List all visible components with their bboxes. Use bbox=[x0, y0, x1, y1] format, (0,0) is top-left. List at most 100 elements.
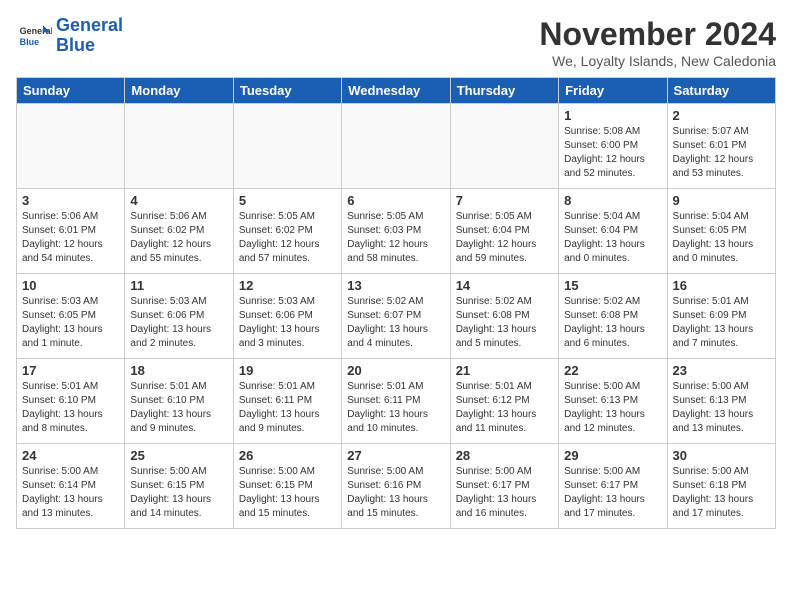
day-info: Sunrise: 5:02 AM Sunset: 6:08 PM Dayligh… bbox=[456, 295, 553, 351]
day-info: Sunrise: 5:00 AM Sunset: 6:15 PM Dayligh… bbox=[239, 465, 336, 521]
calendar-cell: 8 Sunrise: 5:04 AM Sunset: 6:04 PM Daylig… bbox=[559, 189, 667, 274]
day-info: Sunrise: 5:03 AM Sunset: 6:06 PM Dayligh… bbox=[130, 295, 227, 351]
day-info: Sunrise: 5:05 AM Sunset: 6:03 PM Dayligh… bbox=[347, 210, 444, 266]
day-number: 24 bbox=[22, 448, 119, 463]
day-info: Sunrise: 5:05 AM Sunset: 6:04 PM Dayligh… bbox=[456, 210, 553, 266]
logo: General Blue General Blue bbox=[16, 16, 123, 56]
day-info: Sunrise: 5:02 AM Sunset: 6:08 PM Dayligh… bbox=[564, 295, 661, 351]
month-title: November 2024 bbox=[539, 16, 776, 53]
day-number: 10 bbox=[22, 278, 119, 293]
day-info: Sunrise: 5:01 AM Sunset: 6:10 PM Dayligh… bbox=[130, 380, 227, 436]
day-number: 27 bbox=[347, 448, 444, 463]
day-number: 28 bbox=[456, 448, 553, 463]
calendar-cell: 13Sunrise: 5:02 AM Sunset: 6:07 PM Dayli… bbox=[342, 274, 450, 359]
day-number: 5 bbox=[239, 193, 336, 208]
calendar-cell: 6 Sunrise: 5:05 AM Sunset: 6:03 PM Daylig… bbox=[342, 189, 450, 274]
svg-text:Blue: Blue bbox=[20, 37, 40, 47]
calendar-cell bbox=[233, 104, 341, 189]
calendar-cell: 26Sunrise: 5:00 AM Sunset: 6:15 PM Dayli… bbox=[233, 444, 341, 529]
day-number: 11 bbox=[130, 278, 227, 293]
day-number: 29 bbox=[564, 448, 661, 463]
day-info: Sunrise: 5:00 AM Sunset: 6:17 PM Dayligh… bbox=[456, 465, 553, 521]
calendar-week-5: 24 Sunrise: 5:00 AM Sunset: 6:14 PM Dayli… bbox=[17, 444, 776, 529]
day-number: 9 bbox=[673, 193, 770, 208]
calendar-cell: 21 Sunrise: 5:01 AM Sunset: 6:12 PM Dayli… bbox=[450, 359, 558, 444]
day-number: 6 bbox=[347, 193, 444, 208]
calendar-cell: 7 Sunrise: 5:05 AM Sunset: 6:04 PM Daylig… bbox=[450, 189, 558, 274]
logo-name-general: General bbox=[56, 16, 123, 36]
calendar-cell bbox=[125, 104, 233, 189]
calendar-cell: 24 Sunrise: 5:00 AM Sunset: 6:14 PM Dayli… bbox=[17, 444, 125, 529]
day-number: 1 bbox=[564, 108, 661, 123]
day-number: 15 bbox=[564, 278, 661, 293]
calendar-cell bbox=[450, 104, 558, 189]
day-info: Sunrise: 5:04 AM Sunset: 6:04 PM Dayligh… bbox=[564, 210, 661, 266]
day-info: Sunrise: 5:00 AM Sunset: 6:15 PM Dayligh… bbox=[130, 465, 227, 521]
calendar-cell: 10 Sunrise: 5:03 AM Sunset: 6:05 PM Dayli… bbox=[17, 274, 125, 359]
day-number: 16 bbox=[673, 278, 770, 293]
calendar-cell: 27 Sunrise: 5:00 AM Sunset: 6:16 PM Dayli… bbox=[342, 444, 450, 529]
calendar-week-1: 1 Sunrise: 5:08 AM Sunset: 6:00 PM Daylig… bbox=[17, 104, 776, 189]
day-number: 12 bbox=[239, 278, 336, 293]
day-number: 25 bbox=[130, 448, 227, 463]
day-info: Sunrise: 5:01 AM Sunset: 6:11 PM Dayligh… bbox=[347, 380, 444, 436]
day-number: 20 bbox=[347, 363, 444, 378]
calendar-cell: 30 Sunrise: 5:00 AM Sunset: 6:18 PM Dayli… bbox=[667, 444, 775, 529]
day-number: 22 bbox=[564, 363, 661, 378]
calendar-cell bbox=[17, 104, 125, 189]
day-header-sunday: Sunday bbox=[17, 78, 125, 104]
title-area: November 2024 We, Loyalty Islands, New C… bbox=[539, 16, 776, 69]
day-number: 23 bbox=[673, 363, 770, 378]
day-info: Sunrise: 5:03 AM Sunset: 6:05 PM Dayligh… bbox=[22, 295, 119, 351]
calendar-table: SundayMondayTuesdayWednesdayThursdayFrid… bbox=[16, 77, 776, 529]
calendar-cell: 14 Sunrise: 5:02 AM Sunset: 6:08 PM Dayli… bbox=[450, 274, 558, 359]
day-number: 8 bbox=[564, 193, 661, 208]
day-number: 21 bbox=[456, 363, 553, 378]
day-header-tuesday: Tuesday bbox=[233, 78, 341, 104]
day-header-thursday: Thursday bbox=[450, 78, 558, 104]
calendar-week-4: 17 Sunrise: 5:01 AM Sunset: 6:10 PM Dayli… bbox=[17, 359, 776, 444]
logo-name-blue: Blue bbox=[56, 36, 123, 56]
calendar-cell: 3 Sunrise: 5:06 AM Sunset: 6:01 PM Daylig… bbox=[17, 189, 125, 274]
calendar-cell: 1 Sunrise: 5:08 AM Sunset: 6:00 PM Daylig… bbox=[559, 104, 667, 189]
day-info: Sunrise: 5:01 AM Sunset: 6:11 PM Dayligh… bbox=[239, 380, 336, 436]
day-number: 17 bbox=[22, 363, 119, 378]
day-info: Sunrise: 5:08 AM Sunset: 6:00 PM Dayligh… bbox=[564, 125, 661, 181]
day-info: Sunrise: 5:00 AM Sunset: 6:18 PM Dayligh… bbox=[673, 465, 770, 521]
calendar-week-2: 3 Sunrise: 5:06 AM Sunset: 6:01 PM Daylig… bbox=[17, 189, 776, 274]
calendar-cell: 25 Sunrise: 5:00 AM Sunset: 6:15 PM Dayli… bbox=[125, 444, 233, 529]
day-info: Sunrise: 5:00 AM Sunset: 6:16 PM Dayligh… bbox=[347, 465, 444, 521]
day-info: Sunrise: 5:07 AM Sunset: 6:01 PM Dayligh… bbox=[673, 125, 770, 181]
day-number: 30 bbox=[673, 448, 770, 463]
calendar-cell: 4 Sunrise: 5:06 AM Sunset: 6:02 PM Daylig… bbox=[125, 189, 233, 274]
day-number: 3 bbox=[22, 193, 119, 208]
calendar-header-row: SundayMondayTuesdayWednesdayThursdayFrid… bbox=[17, 78, 776, 104]
calendar-cell: 5 Sunrise: 5:05 AM Sunset: 6:02 PM Daylig… bbox=[233, 189, 341, 274]
day-info: Sunrise: 5:00 AM Sunset: 6:13 PM Dayligh… bbox=[564, 380, 661, 436]
calendar-cell: 9 Sunrise: 5:04 AM Sunset: 6:05 PM Daylig… bbox=[667, 189, 775, 274]
day-number: 19 bbox=[239, 363, 336, 378]
calendar-cell: 20 Sunrise: 5:01 AM Sunset: 6:11 PM Dayli… bbox=[342, 359, 450, 444]
day-info: Sunrise: 5:03 AM Sunset: 6:06 PM Dayligh… bbox=[239, 295, 336, 351]
day-info: Sunrise: 5:06 AM Sunset: 6:02 PM Dayligh… bbox=[130, 210, 227, 266]
day-number: 7 bbox=[456, 193, 553, 208]
day-info: Sunrise: 5:04 AM Sunset: 6:05 PM Dayligh… bbox=[673, 210, 770, 266]
calendar-cell: 28 Sunrise: 5:00 AM Sunset: 6:17 PM Dayli… bbox=[450, 444, 558, 529]
day-number: 2 bbox=[673, 108, 770, 123]
day-header-monday: Monday bbox=[125, 78, 233, 104]
day-info: Sunrise: 5:00 AM Sunset: 6:14 PM Dayligh… bbox=[22, 465, 119, 521]
calendar-week-3: 10 Sunrise: 5:03 AM Sunset: 6:05 PM Dayli… bbox=[17, 274, 776, 359]
calendar-cell: 2 Sunrise: 5:07 AM Sunset: 6:01 PM Daylig… bbox=[667, 104, 775, 189]
calendar-cell: 12 Sunrise: 5:03 AM Sunset: 6:06 PM Dayli… bbox=[233, 274, 341, 359]
day-header-friday: Friday bbox=[559, 78, 667, 104]
day-info: Sunrise: 5:05 AM Sunset: 6:02 PM Dayligh… bbox=[239, 210, 336, 266]
day-info: Sunrise: 5:00 AM Sunset: 6:17 PM Dayligh… bbox=[564, 465, 661, 521]
day-info: Sunrise: 5:01 AM Sunset: 6:10 PM Dayligh… bbox=[22, 380, 119, 436]
logo-icon: General Blue bbox=[16, 18, 52, 54]
day-number: 14 bbox=[456, 278, 553, 293]
day-number: 4 bbox=[130, 193, 227, 208]
calendar-cell: 17 Sunrise: 5:01 AM Sunset: 6:10 PM Dayli… bbox=[17, 359, 125, 444]
day-info: Sunrise: 5:00 AM Sunset: 6:13 PM Dayligh… bbox=[673, 380, 770, 436]
day-info: Sunrise: 5:06 AM Sunset: 6:01 PM Dayligh… bbox=[22, 210, 119, 266]
day-info: Sunrise: 5:01 AM Sunset: 6:12 PM Dayligh… bbox=[456, 380, 553, 436]
